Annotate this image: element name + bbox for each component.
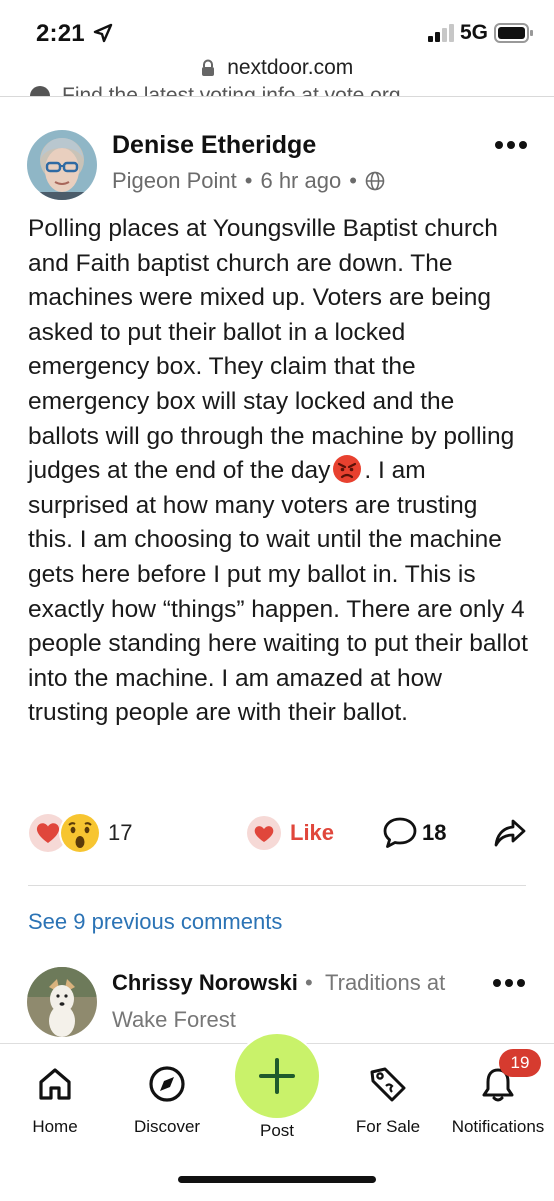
url-text: nextdoor.com [227, 56, 354, 79]
network-type: 5G [460, 21, 489, 44]
heart-icon [247, 816, 281, 850]
voting-info-text: Find the latest voting info at vote.org [62, 84, 401, 96]
post-body: Polling places at Youngsville Baptist ch… [28, 212, 528, 731]
battery-icon [494, 23, 533, 43]
notifications-badge: 19 [499, 1049, 541, 1077]
post-neighborhood[interactable]: Pigeon Point [112, 168, 237, 194]
info-icon [30, 86, 50, 96]
home-icon [39, 1068, 71, 1100]
status-time: 2:21 [36, 20, 85, 47]
cellular-signal-icon [428, 24, 454, 42]
meta-separator: • [349, 168, 357, 193]
post-button[interactable] [235, 1034, 319, 1118]
like-label: Like [290, 820, 335, 845]
more-options-icon[interactable] [494, 140, 528, 150]
more-options-icon[interactable] [492, 978, 526, 988]
tag-icon [370, 1067, 406, 1102]
reaction-count[interactable]: 17 [108, 820, 132, 846]
nav-home[interactable]: Home [22, 1064, 88, 1137]
commenter-neighborhood-continued[interactable]: Wake Forest [112, 1007, 236, 1033]
author-avatar[interactable] [27, 130, 97, 200]
voting-info-banner[interactable]: Find the latest voting info at vote.org [30, 78, 530, 96]
post-time: 6 hr ago [260, 168, 342, 193]
nav-discover[interactable]: Discover [122, 1064, 212, 1137]
location-arrow-icon [93, 23, 113, 43]
comment-count: 18 [422, 820, 447, 845]
commenter-name[interactable]: Chrissy Norowski [112, 970, 298, 996]
divider [0, 96, 554, 97]
nav-notifications-label: Notifications [451, 1117, 545, 1136]
meta-separator: • [244, 168, 253, 193]
nav-post-label[interactable]: Post [236, 1121, 318, 1141]
divider [28, 885, 526, 886]
commenter-neighborhood[interactable]: Traditions at [325, 970, 445, 996]
post-body-text: Polling places at Youngsville Baptist ch… [28, 215, 515, 485]
compass-icon [149, 1066, 185, 1102]
reactions-row: 17 Like 18 [28, 810, 538, 856]
nav-home-label: Home [32, 1117, 78, 1136]
angry-face-icon [333, 455, 362, 484]
nav-for-sale-label: For Sale [355, 1117, 421, 1136]
post-meta: Pigeon Point • 6 hr ago • [112, 168, 385, 194]
see-previous-comments-link[interactable]: See 9 previous comments [28, 909, 282, 935]
plus-icon [259, 1058, 295, 1094]
comment-bubble-icon [383, 817, 417, 848]
post-author-name[interactable]: Denise Etheridge [112, 131, 316, 160]
meta-separator: • [305, 970, 313, 995]
like-button[interactable]: Like [246, 810, 334, 856]
nav-discover-label: Discover [133, 1117, 201, 1136]
nav-notifications[interactable]: Notifications [442, 1064, 554, 1137]
nav-for-sale[interactable]: For Sale [348, 1064, 428, 1137]
post-body-text-continued: . I am surprised at how many voters are … [28, 457, 528, 727]
lock-icon [201, 59, 214, 76]
reaction-summary[interactable] [28, 810, 108, 856]
commenter-avatar[interactable] [27, 967, 97, 1037]
status-bar: 2:21 5G [0, 0, 554, 60]
home-indicator[interactable] [178, 1176, 376, 1183]
share-icon[interactable] [493, 816, 527, 850]
comment-button[interactable]: 18 [382, 816, 446, 850]
globe-icon [365, 171, 385, 191]
